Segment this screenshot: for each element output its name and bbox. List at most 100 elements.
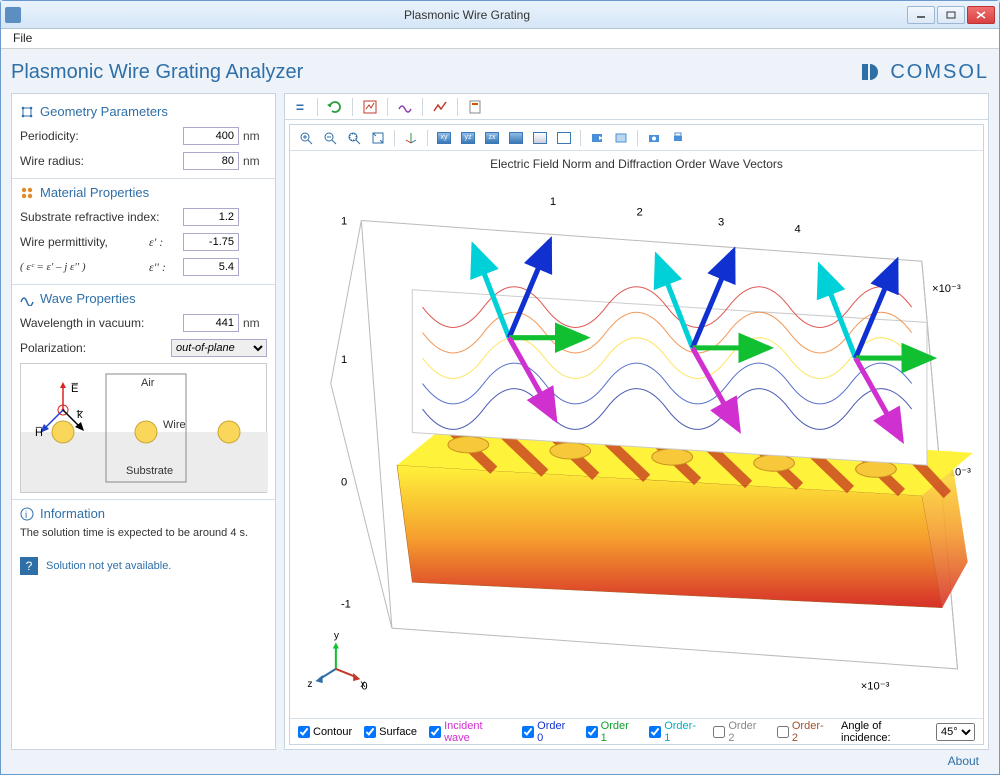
perm-imag-input[interactable]: [183, 258, 239, 276]
print-icon[interactable]: [668, 128, 688, 148]
svg-text:y: y: [334, 630, 340, 641]
view-zx-icon[interactable]: zx: [482, 128, 502, 148]
radius-input[interactable]: [183, 152, 239, 170]
view-grid-icon[interactable]: [554, 128, 574, 148]
plot-field-icon[interactable]: [359, 96, 381, 118]
svg-text:H̅: H̅: [35, 427, 43, 439]
legend-incident[interactable]: Incident wave: [429, 720, 510, 744]
wave-icon: [20, 292, 34, 306]
plot-wave-icon[interactable]: [394, 96, 416, 118]
perm-imag-row: ( εᶜ = ε' – j ε'' ) ε'' :: [20, 256, 267, 278]
svg-text:Wire: Wire: [163, 419, 186, 431]
substrate-label: Substrate refractive index:: [20, 210, 183, 224]
wave-heading-text: Wave Properties: [40, 291, 136, 306]
svg-text:Air: Air: [141, 377, 155, 389]
transparency-icon[interactable]: [611, 128, 631, 148]
svg-text:1: 1: [341, 216, 347, 228]
compute-button[interactable]: =: [289, 96, 311, 118]
geometry-heading-text: Geometry Parameters: [40, 104, 168, 119]
scene-light-icon[interactable]: [587, 128, 607, 148]
polarization-select[interactable]: out-of-plane: [171, 339, 267, 357]
svg-text:-1: -1: [341, 599, 351, 611]
footer: About: [11, 750, 989, 770]
main-layout: Geometry Parameters Periodicity: nm Wire…: [11, 93, 989, 750]
diagram-svg: E̅ H̅ k̅ Air Wire Substrate: [21, 364, 268, 492]
info-text: The solution time is expected to be arou…: [20, 527, 267, 539]
angle-label: Angle of incidence:: [841, 720, 932, 744]
perm-real-row: Wire permittivity, ε' :: [20, 231, 267, 253]
plot-area[interactable]: Electric Field Norm and Diffraction Orde…: [290, 151, 983, 718]
report-icon[interactable]: [464, 96, 486, 118]
perm-imag-label: ε'' :: [149, 260, 183, 275]
svg-text:x: x: [360, 679, 365, 690]
perm-real-label: ε' :: [149, 235, 183, 250]
geometry-diagram: E̅ H̅ k̅ Air Wire Substrate: [20, 363, 267, 493]
svg-text:×10⁻³: ×10⁻³: [932, 283, 961, 295]
wavelength-unit: nm: [239, 316, 267, 330]
svg-text:Substrate: Substrate: [126, 465, 173, 477]
info-icon: i: [20, 507, 34, 521]
periodicity-unit: nm: [239, 129, 267, 143]
legend-surface[interactable]: Surface: [364, 726, 417, 738]
status-question-icon[interactable]: ?: [20, 557, 38, 575]
zoom-extents-icon[interactable]: [368, 128, 388, 148]
plot-toolbar: xy yz zx: [290, 125, 983, 151]
plot-container: xy yz zx Elec: [289, 124, 984, 745]
polarization-label: Polarization:: [20, 341, 171, 355]
refresh-icon[interactable]: [324, 96, 346, 118]
title-bar: Plasmonic Wire Grating: [1, 1, 999, 29]
svg-text:k̅: k̅: [76, 409, 84, 421]
perm-label: Wire permittivity,: [20, 235, 149, 249]
geometry-heading: Geometry Parameters: [20, 104, 267, 119]
sidebar: Geometry Parameters Periodicity: nm Wire…: [11, 93, 276, 750]
substrate-input[interactable]: [183, 208, 239, 226]
close-icon: [976, 11, 986, 19]
plot-panel: =: [284, 93, 989, 750]
minimize-button[interactable]: [907, 6, 935, 24]
legend-order0[interactable]: Order 0: [522, 720, 574, 744]
svg-text:4: 4: [794, 224, 800, 236]
legend-order-1[interactable]: Order-1: [649, 720, 701, 744]
substrate-row: Substrate refractive index:: [20, 206, 267, 228]
wavelength-input[interactable]: [183, 314, 239, 332]
view-yz-icon[interactable]: yz: [458, 128, 478, 148]
menu-file[interactable]: File: [7, 29, 38, 47]
legend-order1[interactable]: Order 1: [586, 720, 638, 744]
close-button[interactable]: [967, 6, 995, 24]
periodicity-row: Periodicity: nm: [20, 125, 267, 147]
legend-order2[interactable]: Order 2: [713, 720, 765, 744]
svg-text:E̅: E̅: [71, 383, 79, 395]
info-heading-text: Information: [40, 506, 105, 521]
menu-bar: File: [1, 29, 999, 49]
periodicity-input[interactable]: [183, 127, 239, 145]
svg-text:3: 3: [718, 217, 724, 229]
plot-line-icon[interactable]: [429, 96, 451, 118]
info-status: ? Solution not yet available.: [20, 557, 267, 575]
app-system-icon: [5, 7, 21, 23]
header-row: Plasmonic Wire Grating Analyzer COMSOL: [11, 55, 989, 89]
axes-3d-icon[interactable]: [401, 128, 421, 148]
zoom-out-icon[interactable]: [320, 128, 340, 148]
angle-select[interactable]: 45°: [936, 723, 975, 741]
zoom-in-icon[interactable]: [296, 128, 316, 148]
view-xy-icon[interactable]: xy: [434, 128, 454, 148]
polarization-row: Polarization: out-of-plane: [20, 337, 267, 359]
legend-order-2[interactable]: Order-2: [777, 720, 829, 744]
zoom-box-icon[interactable]: [344, 128, 364, 148]
perm-real-input[interactable]: [183, 233, 239, 251]
plot-title: Electric Field Norm and Diffraction Orde…: [290, 157, 983, 171]
angle-control: Angle of incidence: 45°: [841, 720, 975, 744]
snapshot-icon[interactable]: [644, 128, 664, 148]
svg-text:2: 2: [637, 206, 643, 218]
legend-contour[interactable]: Contour: [298, 726, 352, 738]
brand-logo-icon: [862, 62, 884, 82]
view-lights-icon[interactable]: [530, 128, 550, 148]
svg-text:0: 0: [341, 476, 347, 488]
view-default-icon[interactable]: [506, 128, 526, 148]
about-link[interactable]: About: [948, 754, 979, 768]
minimize-icon: [916, 11, 926, 19]
svg-text:1: 1: [550, 196, 556, 208]
brand-logo-text: COMSOL: [890, 61, 989, 84]
svg-text:×10⁻³: ×10⁻³: [861, 680, 890, 692]
maximize-button[interactable]: [937, 6, 965, 24]
